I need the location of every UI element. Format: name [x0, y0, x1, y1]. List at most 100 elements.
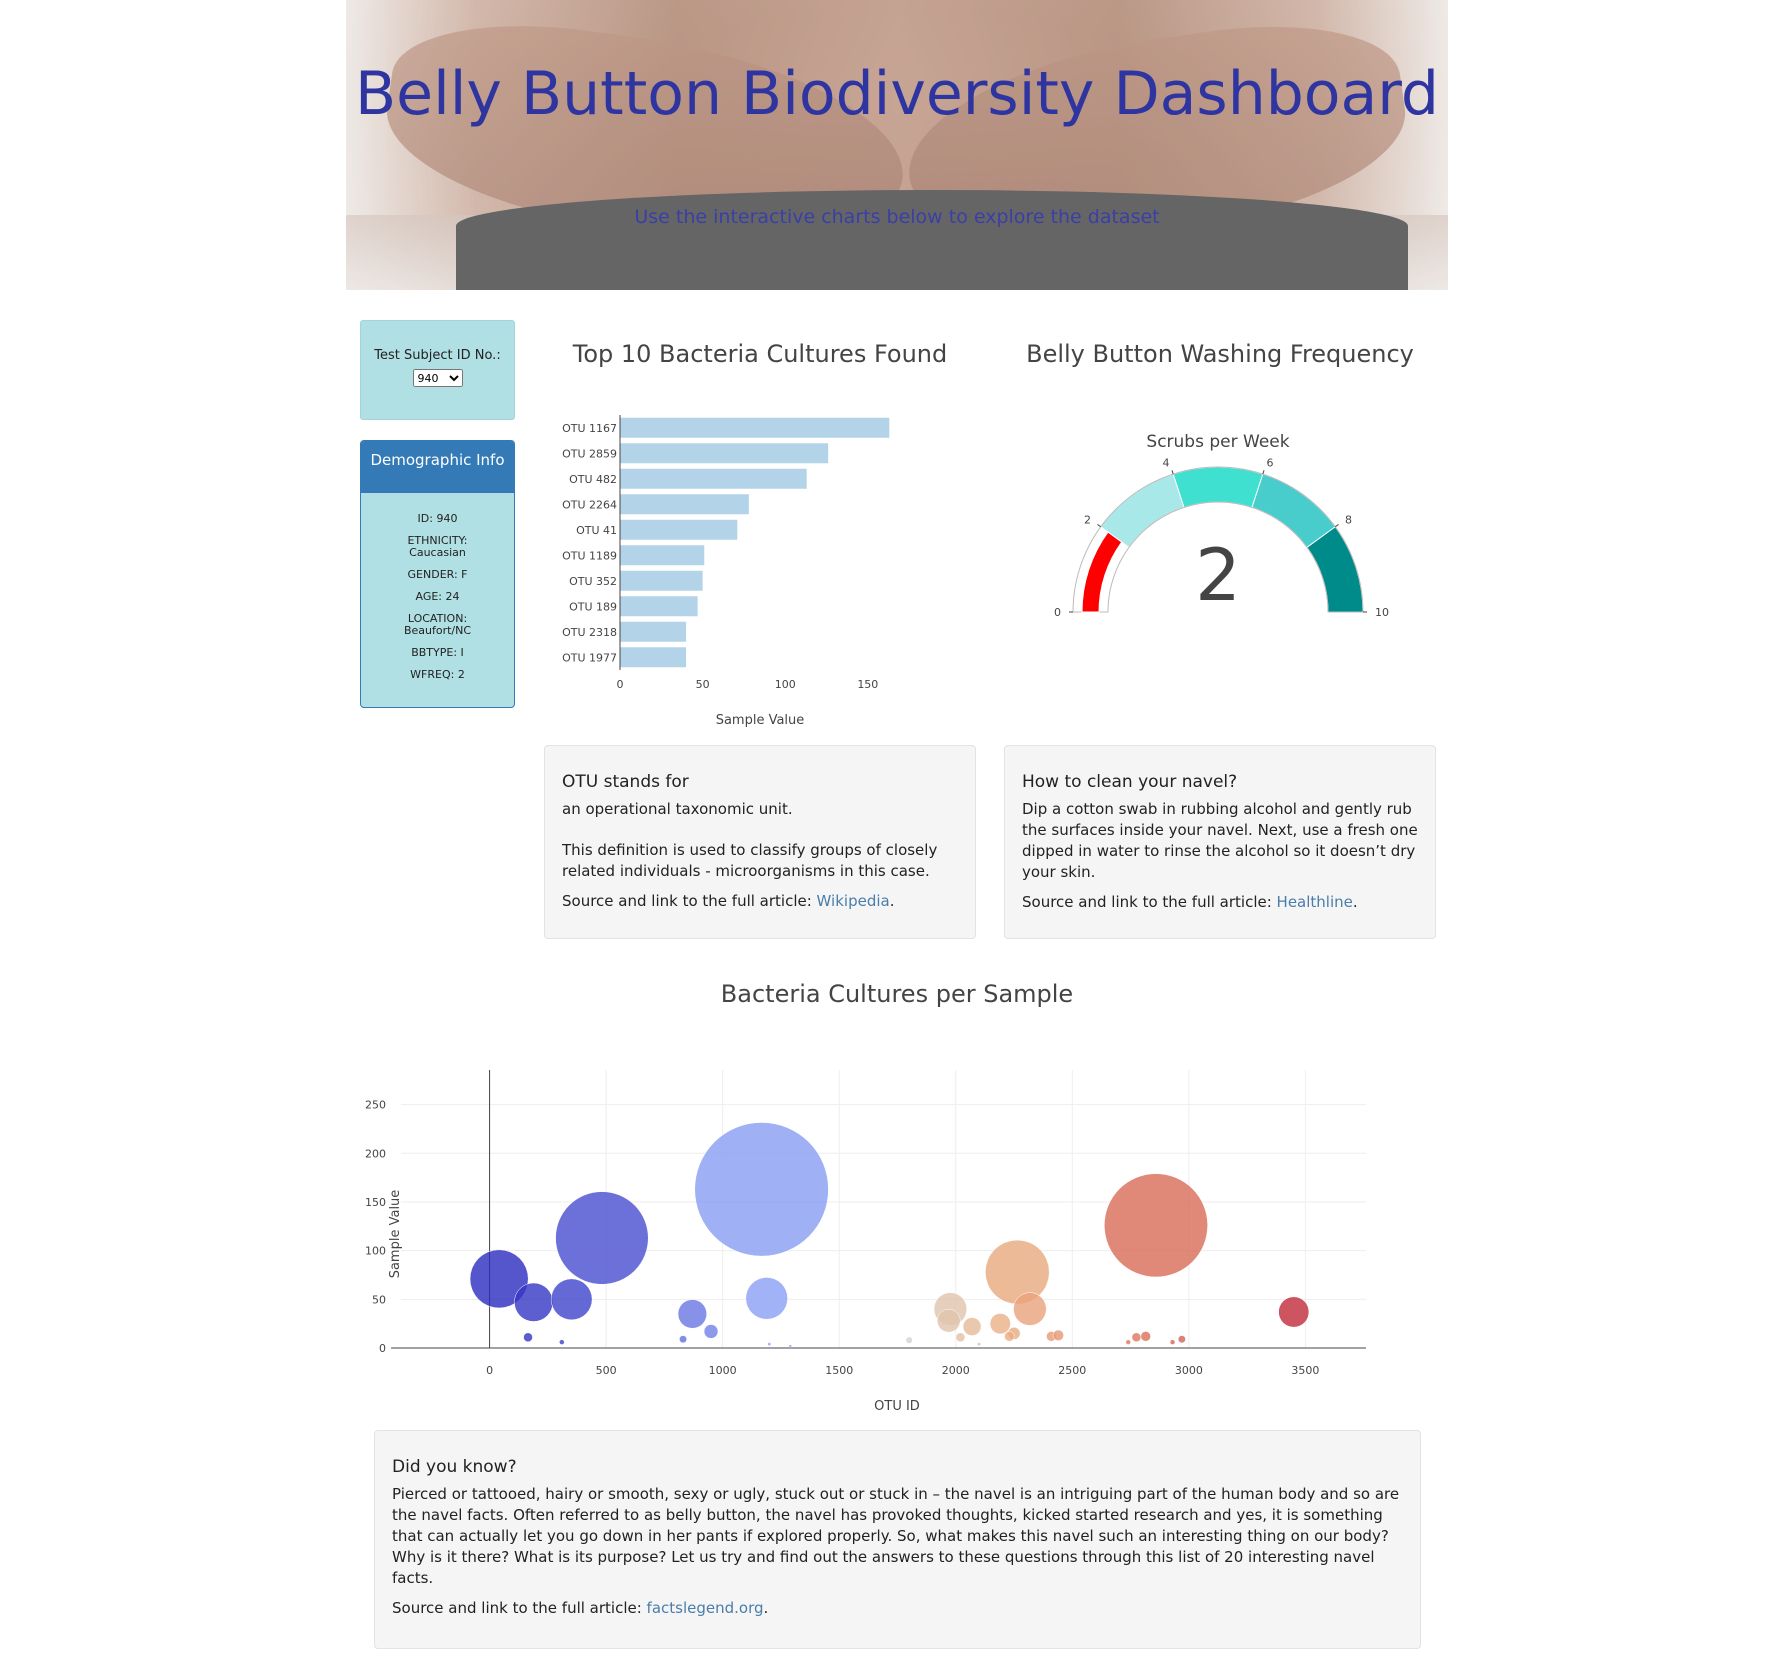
bar	[620, 519, 738, 540]
info-otu-source: Source and link to the full article: Wik…	[562, 892, 895, 910]
gauge-tick-label: 8	[1345, 514, 1352, 527]
bar	[620, 545, 705, 566]
info-clean-heading: How to clean your navel?	[1022, 772, 1238, 792]
bubble-point	[550, 1278, 593, 1321]
gauge-chart: 0 2 4 6 8 10 Scrubs per Week 2	[1054, 432, 1389, 619]
bubble-x-tick: 0	[486, 1364, 493, 1377]
bar-tick-label: OTU 1189	[562, 549, 617, 562]
bar-tick-label: OTU 1977	[562, 651, 617, 664]
bubble-point	[1131, 1332, 1142, 1343]
bubble-x-tick: 1500	[825, 1364, 853, 1377]
info-box-otu: OTU stands for an operational taxonomic …	[544, 745, 976, 939]
bar-x-tick: 100	[775, 678, 796, 691]
bubble-x-tick: 3000	[1175, 1364, 1203, 1377]
gauge-subtitle: Scrubs per Week	[1146, 432, 1289, 452]
bubble-point	[788, 1344, 793, 1348]
bubble-y-tick: 250	[365, 1099, 386, 1112]
bubble-point	[555, 1191, 649, 1285]
bubble-point	[962, 1317, 982, 1336]
bar	[620, 494, 749, 515]
bubble-point	[977, 1342, 981, 1346]
bar-chart-title: Top 10 Bacteria Cultures Found	[572, 340, 948, 368]
bar-tick-label: OTU 1167	[562, 422, 617, 435]
bubble-x-axis-label: OTU ID	[874, 1399, 920, 1414]
gauge-tick-label: 10	[1375, 606, 1389, 619]
demo-row-id: ID: 940	[417, 512, 458, 525]
bar	[620, 443, 829, 464]
bubble-point	[767, 1342, 772, 1346]
info-otu-heading: OTU stands for	[562, 772, 689, 792]
info-box-facts: Did you know? Pierced or tattooed, hairy…	[374, 1430, 1421, 1649]
factslegend-link[interactable]: factslegend.org	[647, 1599, 764, 1617]
demo-row-ethnicity: ETHNICITY: Caucasian	[407, 534, 468, 559]
demographic-info-heading: Demographic Info	[361, 441, 514, 493]
bubble-chart: 0 500 1000 1500 2000 2500 3000 3500 0 50 100 150 200…	[365, 1070, 1366, 1414]
gauge-tick-label: 2	[1084, 514, 1091, 527]
gauge-tick-label: 6	[1267, 457, 1274, 470]
bubble-point	[514, 1282, 554, 1322]
bubble-x-tick: 2500	[1058, 1364, 1086, 1377]
demo-row-bbtype: BBTYPE: I	[411, 646, 464, 659]
bubble-point	[559, 1339, 565, 1345]
bubble-point	[1104, 1173, 1208, 1278]
bubble-point	[1140, 1331, 1151, 1342]
page-title: Belly Button Biodiversity Dashboard	[355, 59, 1439, 129]
bar-tick-label: OTU 2318	[562, 626, 617, 639]
gauge-value: 2	[1195, 533, 1241, 617]
wikipedia-link[interactable]: Wikipedia	[817, 892, 890, 910]
bubble-chart-title: Bacteria Cultures per Sample	[720, 980, 1074, 1008]
bubble-y-tick: 0	[379, 1342, 386, 1355]
bar-tick-label: OTU 41	[576, 524, 617, 537]
bubble-point	[523, 1332, 533, 1343]
bubble-point	[989, 1313, 1011, 1335]
gauge-tick-label: 4	[1162, 457, 1169, 470]
bar	[620, 647, 687, 668]
info-clean-p1: Dip a cotton swab in rubbing alcohol and…	[1022, 800, 1418, 881]
gauge-tick	[1335, 524, 1339, 528]
bubble-point	[1125, 1339, 1131, 1345]
bubble-point	[677, 1299, 707, 1329]
bar	[620, 468, 807, 489]
hero-banner: Belly Button Biodiversity Dashboard Use …	[346, 0, 1448, 290]
bubble-x-tick: 2000	[942, 1364, 970, 1377]
info-facts-source: Source and link to the full article: fac…	[392, 1599, 769, 1617]
bar-x-tick: 0	[617, 678, 624, 691]
info-clean-source: Source and link to the full article: Hea…	[1022, 893, 1358, 911]
bubble-point	[1278, 1296, 1310, 1328]
bubble-point	[679, 1335, 687, 1344]
gauge-chart-title: Belly Button Washing Frequency	[1026, 340, 1414, 368]
bubble-point	[1052, 1329, 1064, 1341]
bar-x-tick: 150	[857, 678, 878, 691]
bar-tick-label: OTU 2859	[562, 447, 617, 460]
bar-tick-label: OTU 2264	[562, 498, 617, 511]
bubble-point	[1013, 1292, 1047, 1326]
bubble-y-axis-label: Sample Value	[388, 1190, 403, 1279]
bar-tick-label: OTU 352	[569, 575, 617, 588]
bar-tick-label: OTU 189	[569, 600, 617, 613]
bubble-point	[955, 1332, 966, 1343]
bubble-x-tick: 3500	[1291, 1364, 1319, 1377]
demo-row-location: LOCATION: Beaufort/NC	[403, 612, 472, 637]
demo-row-wfreq: WFREQ: 2	[410, 668, 465, 681]
demo-row-age: AGE: 24	[415, 590, 460, 603]
demographic-info-panel: Demographic Info ID: 940 ETHNICITY: Cauc…	[360, 440, 515, 708]
gauge-tick	[1097, 524, 1101, 528]
subject-selector-label: Test Subject ID No.:	[374, 348, 501, 363]
bubble-point	[905, 1336, 913, 1344]
info-box-clean: How to clean your navel? Dip a cotton sw…	[1004, 745, 1436, 939]
info-otu-p1: an operational taxonomic unit.	[562, 800, 793, 818]
subject-id-dropdown[interactable]: 940	[412, 369, 463, 387]
bubble-x-tick: 1000	[709, 1364, 737, 1377]
info-facts-heading: Did you know?	[392, 1457, 517, 1477]
healthline-link[interactable]: Healthline	[1277, 893, 1353, 911]
demographic-info-body: ID: 940 ETHNICITY: Caucasian GENDER: F A…	[361, 493, 514, 681]
bubble-point	[1004, 1331, 1015, 1342]
gauge-tick	[1171, 470, 1174, 475]
bar	[620, 570, 703, 591]
bubble-point	[745, 1277, 788, 1320]
gauge-step	[1172, 466, 1264, 509]
bubble-point	[985, 1239, 1050, 1305]
bar	[620, 596, 698, 617]
info-otu-p2: This definition is used to classify grou…	[562, 841, 938, 880]
bubble-y-tick: 50	[372, 1293, 386, 1306]
